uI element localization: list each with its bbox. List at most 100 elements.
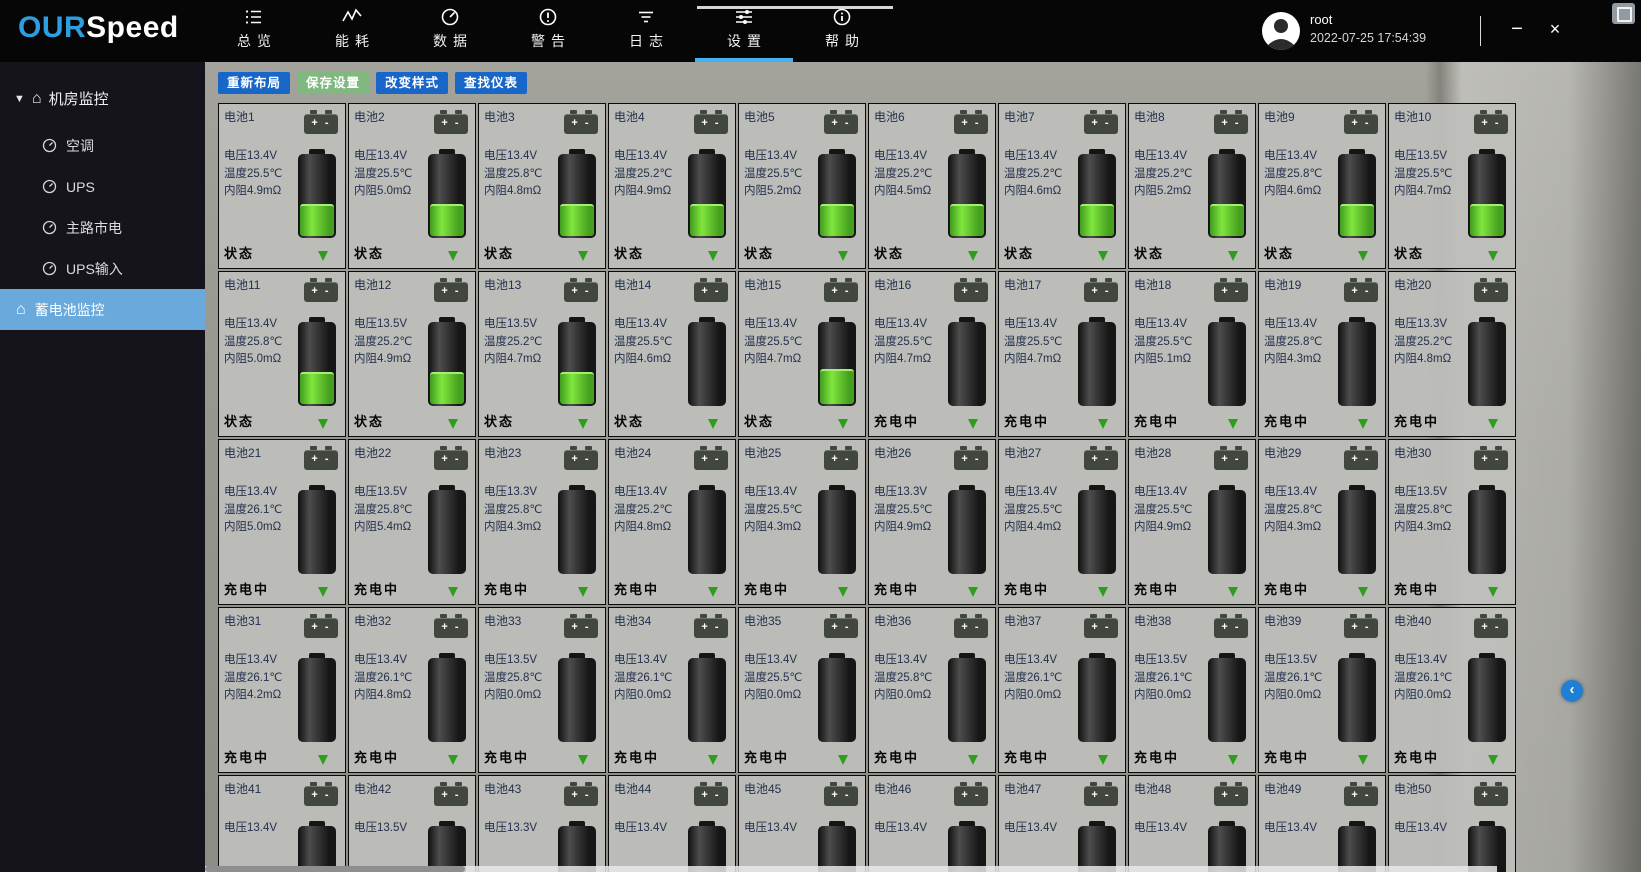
tab-logs[interactable]: 日志 xyxy=(597,0,695,62)
battery-plus-minus: + - xyxy=(1091,621,1110,633)
battery-card[interactable]: 电池18 + - 电压13.4V 温度25.5℃ 内阻5.1mΩ 充电中 xyxy=(1128,271,1256,437)
sidebar-item-ups[interactable]: UPS xyxy=(0,166,205,207)
battery-card[interactable]: 电池24 + - 电压13.4V 温度25.2℃ 内阻4.8mΩ 充电中 xyxy=(608,439,736,605)
battery-card[interactable]: 电池27 + - 电压13.4V 温度25.5℃ 内阻4.4mΩ 充电中 xyxy=(998,439,1126,605)
battery-card[interactable]: 电池28 + - 电压13.4V 温度25.5℃ 内阻4.9mΩ 充电中 xyxy=(1128,439,1256,605)
battery-card[interactable]: 电池38 + - 电压13.5V 温度26.1℃ 内阻0.0mΩ 充电中 xyxy=(1128,607,1256,773)
battery-level-icon xyxy=(1468,322,1506,406)
battery-card[interactable]: 电池4 + - 电压13.4V 温度25.2℃ 内阻4.9mΩ 状态 xyxy=(608,103,736,269)
battery-resistance: 内阻0.0mΩ xyxy=(744,687,802,705)
sidebar-item-ups-input[interactable]: UPS输入 xyxy=(0,248,205,289)
battery-card[interactable]: 电池20 + - 电压13.3V 温度25.2℃ 内阻4.8mΩ 充电中 xyxy=(1388,271,1516,437)
battery-card[interactable]: 电池29 + - 电压13.4V 温度25.8℃ 内阻4.3mΩ 充电中 xyxy=(1258,439,1386,605)
collapse-chevron-button[interactable]: ‹ xyxy=(1561,680,1583,702)
battery-voltage: 电压13.4V xyxy=(1134,316,1192,334)
battery-card[interactable]: 电池34 + - 电压13.4V 温度26.1℃ 内阻0.0mΩ 充电中 xyxy=(608,607,736,773)
battery-card[interactable]: 电池1 + - 电压13.4V 温度25.5℃ 内阻4.9mΩ 状态 xyxy=(218,103,346,269)
battery-card[interactable]: 电池42 + - 电压13.5V xyxy=(348,775,476,872)
battery-temperature: 温度25.2℃ xyxy=(1394,334,1452,352)
battery-card[interactable]: 电池13 + - 电压13.5V 温度25.2℃ 内阻4.7mΩ 状态 xyxy=(478,271,606,437)
battery-voltage: 电压13.4V xyxy=(1394,820,1447,838)
tab-energy[interactable]: 能耗 xyxy=(303,0,401,62)
battery-level-icon xyxy=(948,658,986,742)
battery-card[interactable]: 电池5 + - 电压13.4V 温度25.5℃ 内阻5.2mΩ 状态 xyxy=(738,103,866,269)
tab-data[interactable]: 数据 xyxy=(401,0,499,62)
battery-card[interactable]: 电池40 + - 电压13.4V 温度26.1℃ 内阻0.0mΩ 充电中 xyxy=(1388,607,1516,773)
battery-card[interactable]: 电池16 + - 电压13.4V 温度25.5℃ 内阻4.7mΩ 充电中 xyxy=(868,271,996,437)
battery-name: 电池48 xyxy=(1134,780,1171,797)
tab-help[interactable]: 帮助 xyxy=(793,0,891,62)
battery-card[interactable]: 电池2 + - 电压13.4V 温度25.5℃ 内阻5.0mΩ 状态 xyxy=(348,103,476,269)
close-button[interactable]: × xyxy=(1540,14,1570,44)
battery-card[interactable]: 电池10 + - 电压13.5V 温度25.5℃ 内阻4.7mΩ 状态 xyxy=(1388,103,1516,269)
battery-card[interactable]: 电池48 + - 电压13.4V xyxy=(1128,775,1256,872)
change-style-button[interactable]: 改变样式 xyxy=(376,72,448,94)
sidebar-item-battery-monitoring[interactable]: ⌂ 蓄电池监控 xyxy=(0,289,205,330)
battery-temperature: 温度25.5℃ xyxy=(744,166,802,184)
user-avatar[interactable] xyxy=(1262,12,1300,50)
battery-card[interactable]: 电池3 + - 电压13.4V 温度25.8℃ 内阻4.8mΩ 状态 xyxy=(478,103,606,269)
battery-name: 电池24 xyxy=(614,444,651,461)
charge-arrow-icon xyxy=(968,755,978,765)
battery-card[interactable]: 电池7 + - 电压13.4V 温度25.2℃ 内阻4.6mΩ 状态 xyxy=(998,103,1126,269)
battery-card[interactable]: 电池43 + - 电压13.3V xyxy=(478,775,606,872)
battery-card[interactable]: 电池9 + - 电压13.4V 温度25.8℃ 内阻4.6mΩ 状态 xyxy=(1258,103,1386,269)
tab-overview[interactable]: 总览 xyxy=(205,0,303,62)
charge-arrow-icon xyxy=(838,251,848,261)
battery-status: 状态 xyxy=(354,243,384,262)
battery-readings: 电压13.3V xyxy=(484,820,537,838)
battery-fill xyxy=(300,204,334,236)
battery-card[interactable]: 电池37 + - 电压13.4V 温度26.1℃ 内阻0.0mΩ 充电中 xyxy=(998,607,1126,773)
battery-card[interactable]: 电池26 + - 电压13.3V 温度25.5℃ 内阻4.9mΩ 充电中 xyxy=(868,439,996,605)
battery-card[interactable]: 电池21 + - 电压13.4V 温度26.1℃ 内阻5.0mΩ 充电中 xyxy=(218,439,346,605)
relayout-button[interactable]: 重新布局 xyxy=(218,72,290,94)
battery-card[interactable]: 电池32 + - 电压13.4V 温度26.1℃ 内阻4.8mΩ 充电中 xyxy=(348,607,476,773)
app-logo: OURSpeed xyxy=(18,11,179,45)
mini-battery-icon: + - xyxy=(434,114,468,134)
battery-name: 电池2 xyxy=(354,108,385,125)
battery-card[interactable]: 电池25 + - 电压13.4V 温度25.5℃ 内阻4.3mΩ 充电中 xyxy=(738,439,866,605)
battery-card[interactable]: 电池36 + - 电压13.4V 温度25.8℃ 内阻0.0mΩ 充电中 xyxy=(868,607,996,773)
mini-battery-icon: + - xyxy=(824,114,858,134)
battery-card[interactable]: 电池19 + - 电压13.4V 温度25.8℃ 内阻4.3mΩ 充电中 xyxy=(1258,271,1386,437)
battery-level-icon xyxy=(688,490,726,574)
charge-arrow-icon xyxy=(1228,587,1238,597)
screen-capture-icon[interactable] xyxy=(1612,3,1635,24)
battery-card[interactable]: 电池41 + - 电压13.4V xyxy=(218,775,346,872)
tab-alerts[interactable]: 警告 xyxy=(499,0,597,62)
battery-card[interactable]: 电池49 + - 电压13.4V xyxy=(1258,775,1386,872)
battery-card[interactable]: 电池44 + - 电压13.4V xyxy=(608,775,736,872)
sidebar-group-room-monitoring[interactable]: ▼ ⌂ 机房监控 xyxy=(0,62,205,125)
find-meter-button[interactable]: 查找仪表 xyxy=(455,72,527,94)
battery-card[interactable]: 电池15 + - 电压13.4V 温度25.5℃ 内阻4.7mΩ 状态 xyxy=(738,271,866,437)
sidebar-item-mains[interactable]: 主路市电 xyxy=(0,207,205,248)
battery-card[interactable]: 电池23 + - 电压13.3V 温度25.8℃ 内阻4.3mΩ 充电中 xyxy=(478,439,606,605)
battery-card[interactable]: 电池33 + - 电压13.5V 温度25.8℃ 内阻0.0mΩ 充电中 xyxy=(478,607,606,773)
battery-card[interactable]: 电池46 + - 电压13.4V xyxy=(868,775,996,872)
battery-card[interactable]: 电池47 + - 电压13.4V xyxy=(998,775,1126,872)
sidebar-item-aircon[interactable]: 空调 xyxy=(0,125,205,166)
battery-card[interactable]: 电池12 + - 电压13.5V 温度25.2℃ 内阻4.9mΩ 状态 xyxy=(348,271,476,437)
battery-card[interactable]: 电池17 + - 电压13.4V 温度25.5℃ 内阻4.7mΩ 充电中 xyxy=(998,271,1126,437)
minimize-button[interactable]: − xyxy=(1502,14,1532,44)
battery-card[interactable]: 电池50 + - 电压13.4V xyxy=(1388,775,1516,872)
battery-card[interactable]: 电池8 + - 电压13.4V 温度25.2℃ 内阻5.2mΩ 状态 xyxy=(1128,103,1256,269)
battery-plus-minus: + - xyxy=(831,789,850,801)
battery-card[interactable]: 电池6 + - 电压13.4V 温度25.2℃ 内阻4.5mΩ 状态 xyxy=(868,103,996,269)
battery-card[interactable]: 电池39 + - 电压13.5V 温度26.1℃ 内阻0.0mΩ 充电中 xyxy=(1258,607,1386,773)
battery-name: 电池28 xyxy=(1134,444,1171,461)
save-settings-button[interactable]: 保存设置 xyxy=(297,72,369,94)
horizontal-scrollbar[interactable] xyxy=(205,866,1497,872)
tab-settings[interactable]: 设置 xyxy=(695,0,793,62)
scrollbar-thumb[interactable] xyxy=(205,866,465,872)
battery-card[interactable]: 电池11 + - 电压13.4V 温度25.8℃ 内阻5.0mΩ 状态 xyxy=(218,271,346,437)
battery-resistance: 内阻4.7mΩ xyxy=(484,351,542,369)
battery-level-icon xyxy=(428,154,466,238)
battery-card[interactable]: 电池30 + - 电压13.5V 温度25.8℃ 内阻4.3mΩ 充电中 xyxy=(1388,439,1516,605)
battery-card[interactable]: 电池45 + - 电压13.4V xyxy=(738,775,866,872)
battery-card[interactable]: 电池22 + - 电压13.5V 温度25.8℃ 内阻5.4mΩ 充电中 xyxy=(348,439,476,605)
battery-card[interactable]: 电池14 + - 电压13.4V 温度25.5℃ 内阻4.6mΩ 状态 xyxy=(608,271,736,437)
battery-card[interactable]: 电池35 + - 电压13.4V 温度25.5℃ 内阻0.0mΩ 充电中 xyxy=(738,607,866,773)
battery-card[interactable]: 电池31 + - 电压13.4V 温度26.1℃ 内阻4.2mΩ 充电中 xyxy=(218,607,346,773)
battery-temperature: 温度25.5℃ xyxy=(614,334,672,352)
